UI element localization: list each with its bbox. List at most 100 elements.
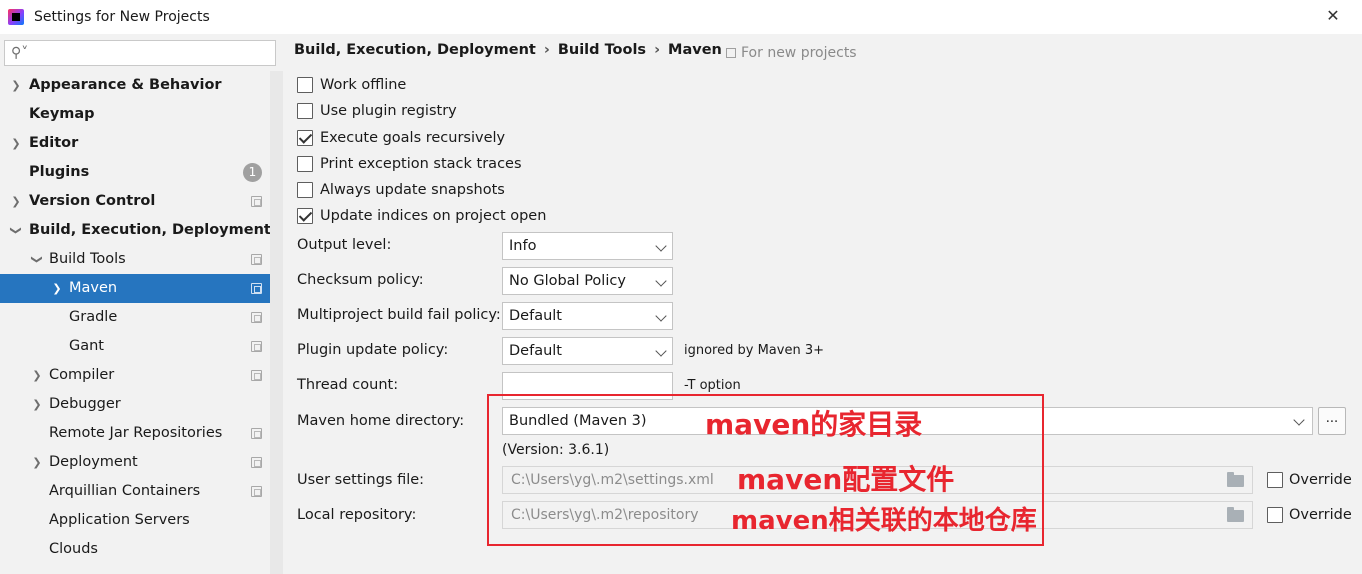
sidebar-item-deployment[interactable]: ❯ Deployment: [0, 448, 270, 477]
chevron-down-icon: [655, 240, 667, 252]
chevron-right-icon[interactable]: ❯: [31, 390, 43, 419]
chevron-right-icon[interactable]: ❯: [31, 361, 43, 390]
project-scope-icon: [251, 196, 262, 207]
select-value: Default: [509, 308, 562, 324]
checksum-policy-select[interactable]: No Global Policy: [502, 267, 673, 295]
checkbox-box[interactable]: [1267, 507, 1283, 523]
sidebar-item-clouds[interactable]: Clouds: [0, 535, 270, 564]
breadcrumb-build-execution-deployment[interactable]: Build, Execution, Deployment: [294, 42, 536, 58]
multiproject-fail-policy-select[interactable]: Default: [502, 302, 673, 330]
sidebar-item-build-tools[interactable]: ❯ Build Tools: [0, 245, 270, 274]
breadcrumb-separator: ›: [543, 42, 550, 58]
chevron-down-icon: [655, 310, 667, 322]
settings-sidebar: ⚲˅ ❯ Appearance & Behavior Keymap ❯ Edit…: [0, 34, 283, 574]
chevron-down-icon: [1293, 414, 1305, 426]
sidebar-item-appearance-behavior[interactable]: ❯ Appearance & Behavior: [0, 71, 270, 100]
sidebar-item-maven[interactable]: ❯ Maven: [0, 274, 270, 303]
thread-count-note: -T option: [684, 378, 741, 393]
checkbox-box[interactable]: [297, 182, 313, 198]
chevron-right-icon[interactable]: ❯: [10, 71, 22, 100]
sidebar-item-label: Remote Jar Repositories: [49, 425, 223, 441]
thread-count-label: Thread count:: [297, 377, 399, 393]
multiproject-fail-policy-label: Multiproject build fail policy:: [297, 307, 501, 323]
checkbox-box[interactable]: [297, 208, 313, 224]
local-repository-label: Local repository:: [297, 507, 417, 523]
sidebar-item-label: Build Tools: [49, 251, 126, 267]
project-scope-icon: [251, 254, 262, 265]
chevron-right-icon[interactable]: ❯: [31, 448, 43, 477]
sidebar-item-remote-jar-repositories[interactable]: Remote Jar Repositories: [0, 419, 270, 448]
checkbox-label: Override: [1289, 472, 1352, 488]
breadcrumb-separator: ›: [654, 42, 661, 58]
annotation-maven-settings: maven配置文件: [737, 463, 955, 496]
maven-settings-panel: Build, Execution, Deployment › Build Tools…: [283, 34, 1362, 574]
checkbox-box[interactable]: [297, 130, 313, 146]
close-button[interactable]: ✕: [1322, 5, 1344, 27]
checksum-policy-label: Checksum policy:: [297, 272, 424, 288]
sidebar-item-gradle[interactable]: Gradle: [0, 303, 270, 332]
sidebar-item-label: Debugger: [49, 396, 121, 412]
select-value: Default: [509, 343, 562, 359]
chevron-down-icon[interactable]: ❯: [23, 254, 52, 266]
breadcrumb-build-tools[interactable]: Build Tools: [558, 42, 646, 58]
project-scope-icon: [251, 312, 262, 323]
chevron-right-icon[interactable]: ❯: [10, 187, 22, 216]
settings-tree: ❯ Appearance & Behavior Keymap ❯ Editor …: [0, 71, 271, 564]
sidebar-item-build-execution-deployment[interactable]: ❯ Build, Execution, Deployment: [0, 216, 271, 245]
checkbox-label: Work offline: [320, 77, 407, 93]
plugin-update-policy-select[interactable]: Default: [502, 337, 673, 365]
sidebar-item-version-control[interactable]: ❯ Version Control: [0, 187, 270, 216]
chevron-right-icon[interactable]: ❯: [10, 129, 22, 158]
checkbox-label: Use plugin registry: [320, 103, 457, 119]
sidebar-item-debugger[interactable]: ❯ Debugger: [0, 390, 270, 419]
search-input[interactable]: [33, 43, 271, 63]
sidebar-item-keymap[interactable]: Keymap: [0, 100, 270, 129]
sidebar-item-application-servers[interactable]: Application Servers: [0, 506, 270, 535]
sidebar-scrollbar[interactable]: [270, 71, 283, 574]
plugin-update-policy-label: Plugin update policy:: [297, 342, 449, 358]
checkbox-box[interactable]: [1267, 472, 1283, 488]
sidebar-item-arquillian-containers[interactable]: Arquillian Containers: [0, 477, 270, 506]
sidebar-item-label: Deployment: [49, 454, 138, 470]
breadcrumb-maven: Maven: [668, 42, 722, 58]
checkbox-box[interactable]: [297, 77, 313, 93]
chevron-down-icon[interactable]: ❯: [2, 225, 31, 237]
sidebar-item-label: Clouds: [49, 541, 98, 557]
sidebar-item-editor[interactable]: ❯ Editor: [0, 129, 270, 158]
sidebar-item-label: Compiler: [49, 367, 115, 383]
settings-search[interactable]: ⚲˅: [4, 40, 276, 66]
project-scope-icon: [251, 428, 262, 439]
folder-icon[interactable]: [1227, 472, 1244, 487]
checkbox-box[interactable]: [297, 156, 313, 172]
folder-icon[interactable]: [1227, 507, 1244, 522]
project-scope-icon: [251, 457, 262, 468]
checkbox-box[interactable]: [297, 103, 313, 119]
checkbox-label: Update indices on project open: [320, 208, 547, 224]
browse-maven-home-button[interactable]: ...: [1318, 407, 1346, 435]
checkbox-label: Print exception stack traces: [320, 156, 522, 172]
checkbox-label: Execute goals recursively: [320, 130, 506, 146]
sidebar-item-compiler[interactable]: ❯ Compiler: [0, 361, 270, 390]
chevron-down-icon: [655, 275, 667, 287]
sidebar-item-gant[interactable]: Gant: [0, 332, 270, 361]
plugins-update-badge: 1: [243, 163, 262, 182]
checkbox-label: Always update snapshots: [320, 182, 505, 198]
maven-home-directory-label: Maven home directory:: [297, 413, 465, 429]
search-icon: ⚲˅: [11, 45, 29, 61]
select-value: Info: [509, 238, 537, 254]
output-level-select[interactable]: Info: [502, 232, 673, 260]
sidebar-item-label: Maven: [69, 280, 118, 296]
sidebar-item-plugins[interactable]: Plugins 1: [0, 158, 270, 187]
plugin-update-note: ignored by Maven 3+: [684, 343, 824, 358]
sidebar-item-label: Application Servers: [49, 512, 190, 528]
project-scope-icon: [251, 283, 262, 294]
sidebar-item-label: Arquillian Containers: [49, 483, 201, 499]
project-scope-icon: [251, 370, 262, 381]
sidebar-item-label: Editor: [29, 135, 79, 151]
sidebar-item-label: Appearance & Behavior: [29, 77, 222, 93]
title-bar: Settings for New Projects ✕: [0, 0, 1362, 34]
chevron-right-icon[interactable]: ❯: [51, 274, 63, 303]
project-scope-icon: [726, 48, 736, 58]
project-scope-icon: [251, 486, 262, 497]
project-scope-icon: [251, 341, 262, 352]
